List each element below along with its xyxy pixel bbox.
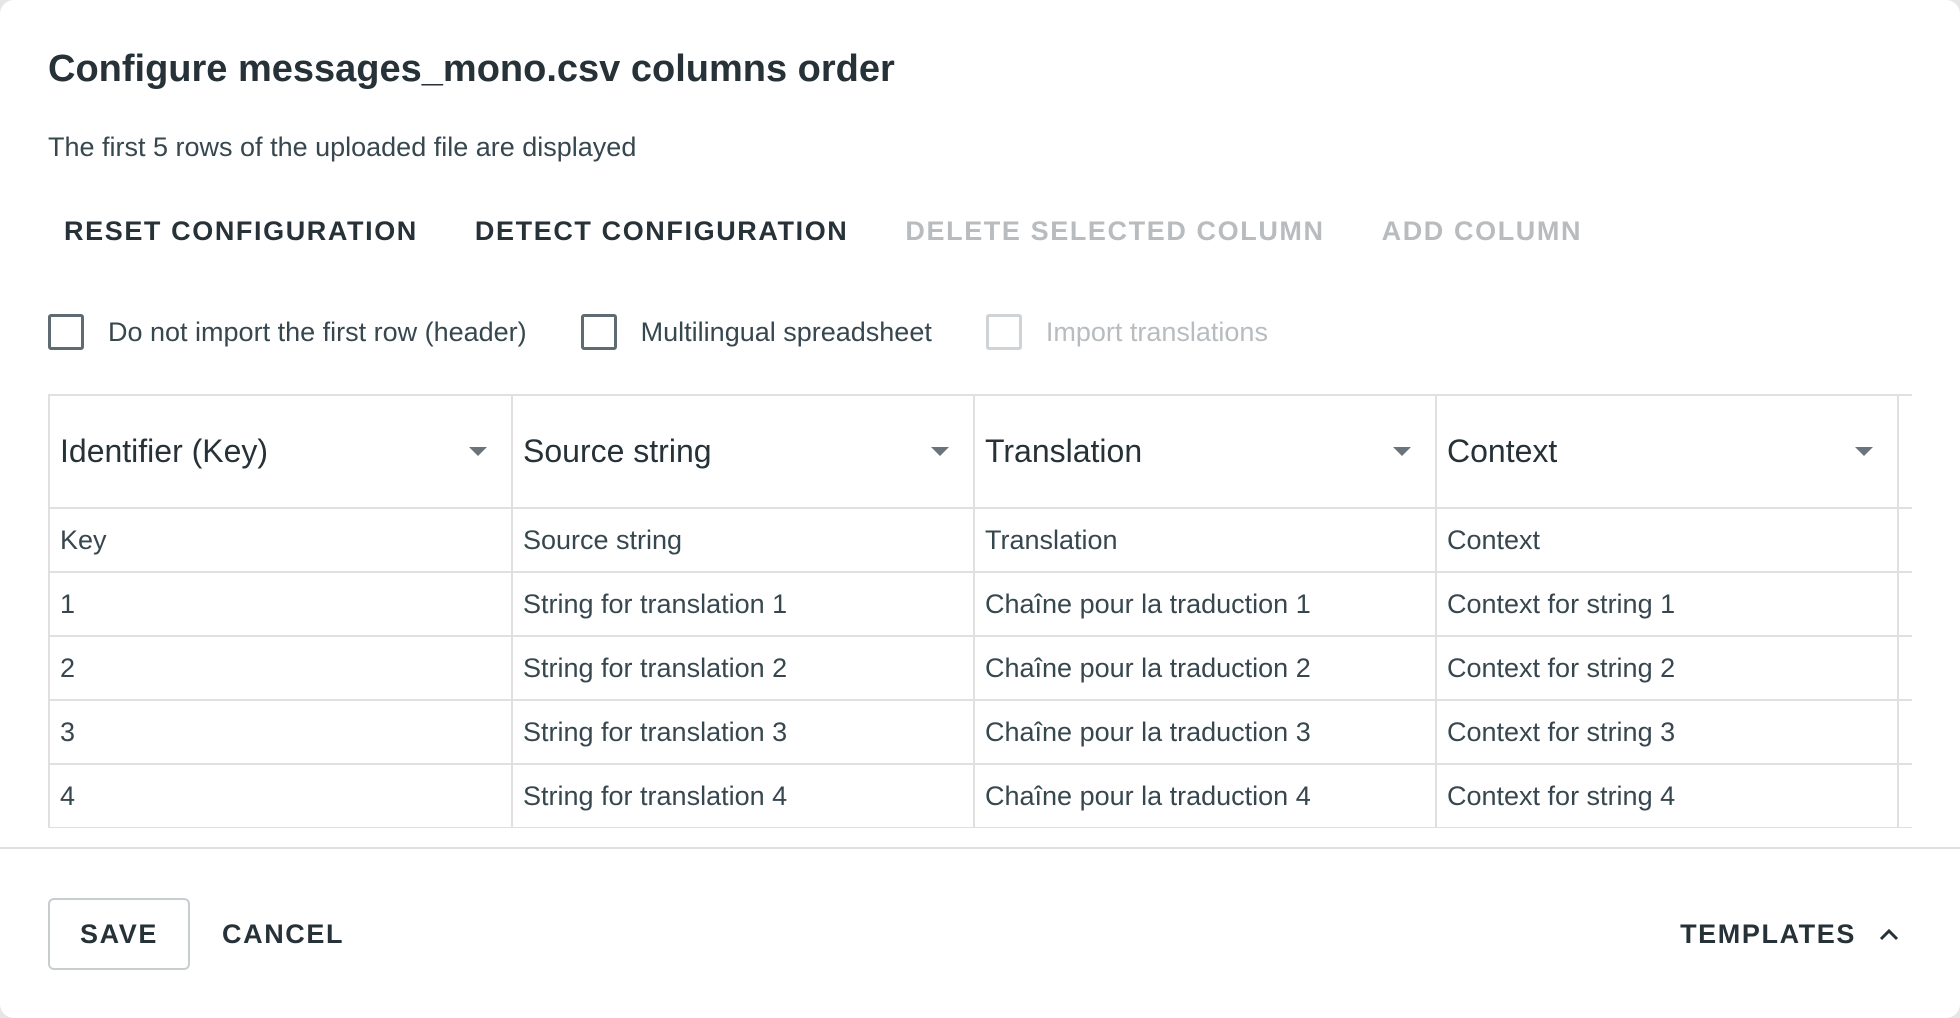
- reset-configuration-button[interactable]: RESET CONFIGURATION: [48, 206, 434, 256]
- dialog-subtitle: The first 5 rows of the uploaded file ar…: [48, 132, 637, 162]
- table-cell: [1898, 764, 1912, 828]
- table-row: 4 String for translation 4 Chaîne pour l…: [50, 764, 1912, 828]
- table-cell: Context for string 2: [1436, 636, 1899, 701]
- column-select-2[interactable]: Translation: [974, 396, 1437, 509]
- caret-down-icon: [1855, 447, 1873, 456]
- checkbox-box[interactable]: [580, 314, 617, 350]
- chevron-up-icon: [1879, 928, 1899, 941]
- cancel-button[interactable]: CANCEL: [206, 898, 360, 970]
- save-button[interactable]: SAVE: [48, 898, 190, 970]
- table-cell: Context for string 3: [1436, 700, 1899, 765]
- column-select-label: Context: [1447, 433, 1558, 469]
- preview-table: Identifier (Key) Source string Translati…: [50, 396, 1912, 828]
- table-cell: [1898, 572, 1912, 637]
- table-cell: Key: [50, 508, 513, 573]
- multilingual-label: Multilingual spreadsheet: [640, 316, 932, 347]
- column-select-1[interactable]: Source string: [512, 396, 975, 509]
- table-cell: [1898, 508, 1912, 573]
- table-cell: Chaîne pour la traduction 1: [974, 572, 1437, 637]
- table-row: 1 String for translation 1 Chaîne pour l…: [50, 572, 1912, 637]
- caret-down-icon: [1393, 447, 1411, 456]
- table-cell: String for translation 3: [512, 700, 975, 765]
- dialog-title: Configure messages_mono.csv columns orde…: [48, 48, 895, 90]
- table-cell: Context: [1436, 508, 1899, 573]
- import-options: Do not import the first row (header) Mul…: [48, 310, 1322, 354]
- table-row: Key Source string Translation Context: [50, 508, 1912, 573]
- import-translations-label: Import translations: [1045, 316, 1268, 347]
- detect-configuration-button[interactable]: DETECT CONFIGURATION: [459, 206, 864, 256]
- skip-header-label: Do not import the first row (header): [108, 316, 527, 347]
- multilingual-checkbox[interactable]: Multilingual spreadsheet: [580, 314, 932, 350]
- table-cell: [1898, 700, 1912, 765]
- delete-selected-column-button[interactable]: DELETE SELECTED COLUMN: [889, 206, 1340, 256]
- configure-columns-dialog: Configure messages_mono.csv columns orde…: [0, 0, 1960, 1018]
- table-cell: Chaîne pour la traduction 3: [974, 700, 1437, 765]
- table-cell: Chaîne pour la traduction 4: [974, 764, 1437, 828]
- column-select-label: Source string: [523, 433, 712, 469]
- column-select-label: Identifier (Key): [60, 433, 269, 469]
- table-cell: 2: [50, 636, 513, 701]
- caret-down-icon: [469, 447, 487, 456]
- table-cell: Chaîne pour la traduction 2: [974, 636, 1437, 701]
- column-select-3[interactable]: Context: [1436, 396, 1899, 509]
- checkbox-box[interactable]: [985, 314, 1022, 350]
- table-cell: Context for string 1: [1436, 572, 1899, 637]
- templates-label: TEMPLATES: [1680, 918, 1856, 949]
- table-cell: Translation: [974, 508, 1437, 573]
- preview-table-scroll[interactable]: Identifier (Key) Source string Translati…: [48, 394, 1912, 828]
- table-cell: String for translation 2: [512, 636, 975, 701]
- column-header-row: Identifier (Key) Source string Translati…: [50, 396, 1912, 509]
- table-row: 2 String for translation 2 Chaîne pour l…: [50, 636, 1912, 701]
- table-cell: 4: [50, 764, 513, 828]
- table-cell: Context for string 4: [1436, 764, 1899, 828]
- import-translations-checkbox[interactable]: Import translations: [985, 314, 1268, 350]
- skip-header-checkbox[interactable]: Do not import the first row (header): [48, 314, 527, 350]
- table-cell: Source string: [512, 508, 975, 573]
- column-select-0[interactable]: Identifier (Key): [50, 396, 513, 509]
- config-toolbar: RESET CONFIGURATION DETECT CONFIGURATION…: [48, 206, 1623, 256]
- table-cell: 1: [50, 572, 513, 637]
- table-cell: String for translation 4: [512, 764, 975, 828]
- table-cell: [1898, 636, 1912, 701]
- column-select-label: Translation: [985, 433, 1143, 469]
- table-cell: 3: [50, 700, 513, 765]
- add-column-button[interactable]: ADD COLUMN: [1366, 206, 1598, 256]
- column-select-4-partial[interactable]: [1898, 396, 1912, 509]
- table-cell: String for translation 1: [512, 572, 975, 637]
- footer-divider: [0, 847, 1960, 849]
- templates-button[interactable]: TEMPLATES: [1664, 898, 1912, 970]
- caret-down-icon: [931, 447, 949, 456]
- table-row: 3 String for translation 3 Chaîne pour l…: [50, 700, 1912, 765]
- checkbox-box[interactable]: [48, 314, 84, 350]
